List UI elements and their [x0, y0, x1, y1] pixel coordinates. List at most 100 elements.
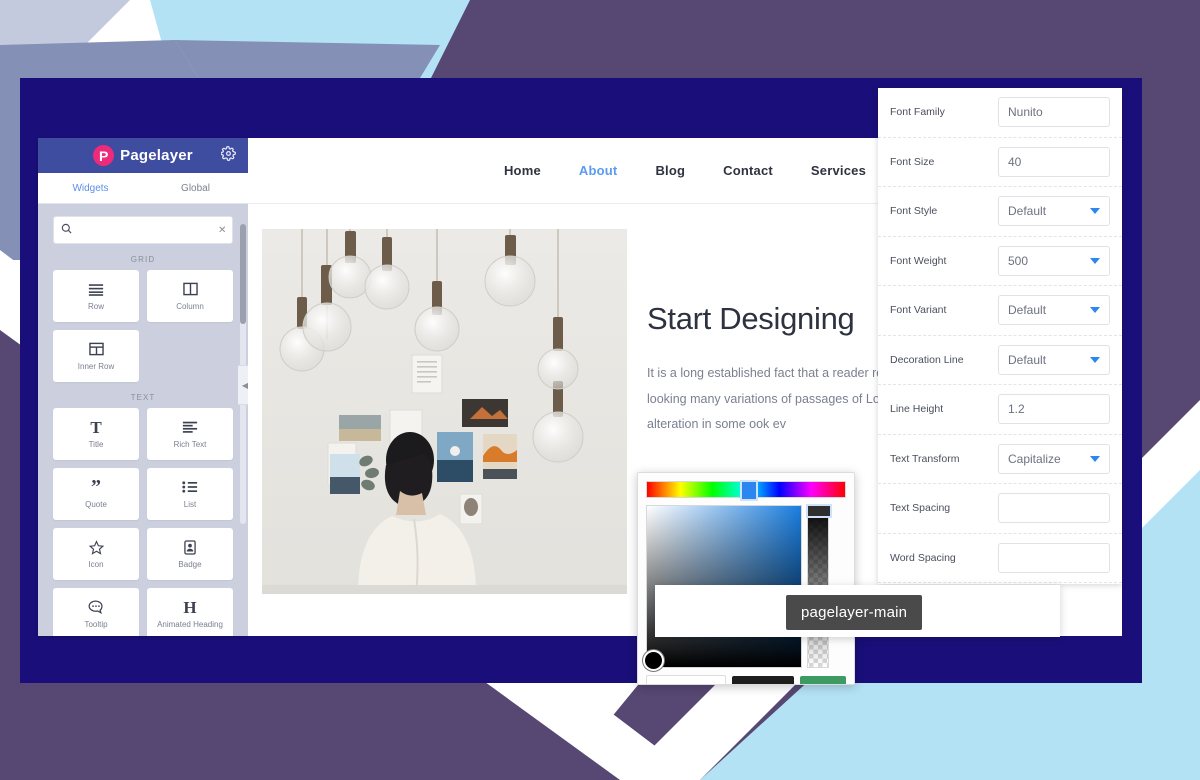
- field-font-weight: Font Weight 500: [878, 237, 1122, 286]
- badge-icon: [184, 539, 196, 555]
- widget-label: Row: [87, 302, 104, 311]
- element-tooltip: pagelayer-main: [786, 595, 923, 630]
- field-font-size: Font Size 40: [878, 138, 1122, 187]
- sidebar-tabs: Widgets Global: [38, 173, 248, 204]
- widget-label: Inner Row: [77, 362, 115, 371]
- widget-card-column[interactable]: Column: [147, 270, 233, 322]
- widget-label: List: [183, 500, 197, 509]
- font-size-input[interactable]: 40: [998, 146, 1110, 177]
- search-row: ✕: [53, 216, 233, 244]
- sidebar-scroll-body: ✕ GRID Row Column Inner Row TEXT T Title…: [38, 204, 248, 636]
- field-label: Text Spacing: [890, 502, 951, 515]
- color-picker-footer: [646, 675, 846, 684]
- field-label: Font Family: [890, 106, 945, 119]
- nav-link-home[interactable]: Home: [504, 163, 541, 178]
- brand-logo[interactable]: P Pagelayer: [93, 145, 193, 166]
- widget-card-list[interactable]: List: [147, 468, 233, 520]
- field-value: Default: [1008, 352, 1047, 367]
- speech-bubble-icon: [88, 599, 104, 615]
- field-label: Font Style: [890, 205, 938, 218]
- chevron-down-icon: [1090, 307, 1100, 314]
- hex-input[interactable]: [646, 675, 726, 684]
- widget-label: Animated Heading: [157, 620, 223, 629]
- field-word-spacing: Word Spacing: [878, 534, 1122, 583]
- font-weight-select[interactable]: 500: [998, 245, 1110, 276]
- chevron-down-icon: [1090, 455, 1100, 462]
- widget-grid-grid: Row Column Inner Row: [48, 270, 238, 382]
- widget-label: Icon: [88, 560, 104, 569]
- widget-label: Tooltip: [84, 620, 108, 629]
- decoration-line-select[interactable]: Default: [998, 344, 1110, 375]
- widget-label: Quote: [85, 500, 107, 509]
- widget-card-row[interactable]: Row: [53, 270, 139, 322]
- swatch-green[interactable]: [800, 676, 846, 684]
- font-variant-select[interactable]: Default: [998, 295, 1110, 326]
- gear-icon[interactable]: [220, 146, 236, 165]
- list-icon: [182, 479, 198, 495]
- field-value: Default: [1008, 303, 1047, 318]
- word-spacing-input[interactable]: [998, 542, 1110, 573]
- serif-h-icon: H: [183, 597, 197, 617]
- field-label: Decoration Line: [890, 353, 964, 366]
- group-label-grid: GRID: [130, 255, 156, 264]
- close-icon[interactable]: ✕: [218, 225, 226, 236]
- field-value: 1.2: [1008, 402, 1025, 417]
- serif-t-icon: T: [90, 417, 102, 437]
- widget-card-inner-row[interactable]: Inner Row: [53, 330, 139, 382]
- hue-slider[interactable]: [646, 480, 846, 501]
- widget-card-tooltip[interactable]: Tooltip: [53, 588, 139, 636]
- field-label: Font Variant: [890, 304, 947, 317]
- field-decoration-line: Decoration Line Default: [878, 336, 1122, 385]
- nav-link-blog[interactable]: Blog: [655, 163, 685, 178]
- nav-link-contact[interactable]: Contact: [723, 163, 773, 178]
- field-label: Line Height: [890, 403, 944, 416]
- saturation-value-handle[interactable]: [643, 650, 664, 671]
- nav-link-about[interactable]: About: [579, 163, 618, 178]
- field-label: Font Weight: [890, 254, 947, 267]
- widget-label: Title: [88, 440, 104, 449]
- hero-image: [262, 229, 627, 594]
- chevron-down-icon: [1090, 208, 1100, 215]
- widget-card-icon[interactable]: Icon: [53, 528, 139, 580]
- rows-icon: [88, 281, 104, 297]
- line-height-input[interactable]: 1.2: [998, 394, 1110, 425]
- widget-sidebar: P Pagelayer Widgets Global ✕ GRID Row Co…: [38, 138, 248, 636]
- widget-card-rich-text[interactable]: Rich Text: [147, 408, 233, 460]
- star-icon: [88, 539, 104, 555]
- align-left-icon: [182, 419, 198, 435]
- swatch-dark[interactable]: [732, 676, 794, 684]
- widget-search-box[interactable]: ✕: [53, 216, 233, 244]
- widget-card-quote[interactable]: ” Quote: [53, 468, 139, 520]
- field-font-family: Font Family Nunito: [878, 88, 1122, 138]
- field-value: 40: [1008, 154, 1022, 169]
- sidebar-header: P Pagelayer: [38, 138, 248, 173]
- widget-card-title[interactable]: T Title: [53, 408, 139, 460]
- widget-card-badge[interactable]: Badge: [147, 528, 233, 580]
- field-label: Font Size: [890, 155, 935, 168]
- search-icon: [61, 223, 72, 237]
- pagelayer-logo-icon: P: [93, 145, 115, 166]
- field-label: Text Transform: [890, 452, 960, 465]
- sidebar-scrollbar-thumb[interactable]: [240, 224, 246, 324]
- inner-row-icon: [88, 341, 104, 357]
- font-style-select[interactable]: Default: [998, 196, 1110, 227]
- field-text-spacing: Text Spacing: [878, 484, 1122, 534]
- color-picker-popup[interactable]: [637, 472, 855, 685]
- chevron-down-icon: [1090, 356, 1100, 363]
- nav-link-services[interactable]: Services: [811, 163, 866, 178]
- text-spacing-input[interactable]: [998, 493, 1110, 524]
- field-value: Nunito: [1008, 105, 1043, 120]
- widget-label: Badge: [178, 560, 202, 569]
- font-family-input[interactable]: Nunito: [998, 97, 1110, 128]
- alpha-slider-handle[interactable]: [806, 504, 832, 518]
- field-value: Capitalize: [1008, 451, 1061, 466]
- field-value: Default: [1008, 204, 1047, 219]
- search-input[interactable]: [77, 223, 213, 237]
- tab-widgets[interactable]: Widgets: [38, 173, 143, 203]
- tab-global[interactable]: Global: [143, 173, 248, 203]
- field-font-variant: Font Variant Default: [878, 286, 1122, 336]
- widget-card-animated-heading[interactable]: H Animated Heading: [147, 588, 233, 636]
- field-value: 500: [1008, 253, 1029, 268]
- text-transform-select[interactable]: Capitalize: [998, 443, 1110, 474]
- hue-slider-handle[interactable]: [740, 480, 759, 501]
